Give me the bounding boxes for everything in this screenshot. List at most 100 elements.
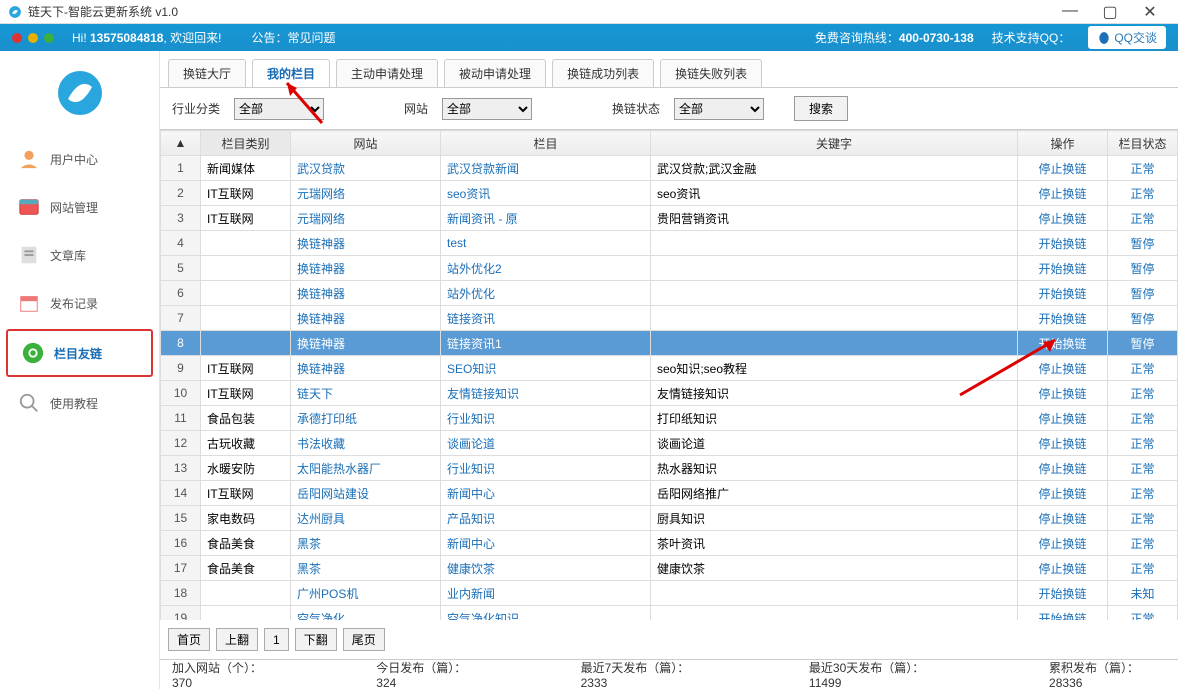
status-select[interactable]: 全部 — [674, 98, 764, 120]
cell-status[interactable]: 未知 — [1108, 581, 1178, 606]
tab-my-columns[interactable]: 我的栏目 — [252, 59, 330, 87]
tab-success-list[interactable]: 换链成功列表 — [552, 59, 654, 87]
cell-column[interactable]: 产品知识 — [441, 506, 651, 531]
cell-site[interactable]: 换链神器 — [291, 231, 441, 256]
notice[interactable]: 公告：常见问题 — [251, 29, 335, 46]
cell-operation[interactable]: 停止换链 — [1018, 181, 1108, 206]
cell-column[interactable]: 谈画论道 — [441, 431, 651, 456]
cell-operation[interactable]: 开始换链 — [1018, 606, 1108, 621]
cell-status[interactable]: 正常 — [1108, 206, 1178, 231]
table-row[interactable]: 9IT互联网换链神器SEO知识seo知识;seo教程停止换链正常 — [161, 356, 1178, 381]
cell-column[interactable]: 新闻中心 — [441, 531, 651, 556]
cell-column[interactable]: 站外优化 — [441, 281, 651, 306]
cell-status[interactable]: 暂停 — [1108, 306, 1178, 331]
cell-site[interactable]: 换链神器 — [291, 256, 441, 281]
cell-operation[interactable]: 停止换链 — [1018, 456, 1108, 481]
cell-site[interactable]: 黑茶 — [291, 531, 441, 556]
th-operation[interactable]: 操作 — [1018, 131, 1108, 156]
table-row[interactable]: 7换链神器链接资讯开始换链暂停 — [161, 306, 1178, 331]
cell-site[interactable]: 元瑞网络 — [291, 181, 441, 206]
cell-status[interactable]: 正常 — [1108, 181, 1178, 206]
cell-status[interactable]: 暂停 — [1108, 281, 1178, 306]
tab-active-apply[interactable]: 主动申请处理 — [336, 59, 438, 87]
cell-operation[interactable]: 停止换链 — [1018, 381, 1108, 406]
th-category[interactable]: 栏目类别 — [201, 131, 291, 156]
table-row[interactable]: 19空气净化空气净化知识开始换链正常 — [161, 606, 1178, 621]
tab-fail-list[interactable]: 换链失败列表 — [660, 59, 762, 87]
cell-column[interactable]: seo资讯 — [441, 181, 651, 206]
cell-status[interactable]: 正常 — [1108, 481, 1178, 506]
search-button[interactable]: 搜索 — [794, 96, 848, 121]
cell-site[interactable]: 空气净化 — [291, 606, 441, 621]
cell-column[interactable]: 友情链接知识 — [441, 381, 651, 406]
cell-column[interactable]: 业内新闻 — [441, 581, 651, 606]
close-button[interactable]: ✕ — [1130, 2, 1170, 22]
pager-last[interactable]: 尾页 — [343, 628, 385, 651]
cell-status[interactable]: 正常 — [1108, 606, 1178, 621]
sidebar-item-tutorial[interactable]: 使用教程 — [0, 379, 159, 427]
cell-operation[interactable]: 停止换链 — [1018, 531, 1108, 556]
table-row[interactable]: 5换链神器站外优化2开始换链暂停 — [161, 256, 1178, 281]
sidebar-item-links[interactable]: 栏目友链 — [6, 329, 153, 377]
cell-operation[interactable]: 开始换链 — [1018, 306, 1108, 331]
cell-operation[interactable]: 停止换链 — [1018, 406, 1108, 431]
cell-status[interactable]: 正常 — [1108, 556, 1178, 581]
qq-chat-button[interactable]: QQ交谈 — [1088, 26, 1166, 49]
cell-column[interactable]: 新闻资讯 - 原 — [441, 206, 651, 231]
cell-site[interactable]: 黑茶 — [291, 556, 441, 581]
table-row[interactable]: 14IT互联网岳阳网站建设新闻中心岳阳网络推广停止换链正常 — [161, 481, 1178, 506]
cell-operation[interactable]: 开始换链 — [1018, 281, 1108, 306]
tab-passive-apply[interactable]: 被动申请处理 — [444, 59, 546, 87]
th-status[interactable]: 栏目状态 — [1108, 131, 1178, 156]
table-row[interactable]: 12古玩收藏书法收藏谈画论道谈画论道停止换链正常 — [161, 431, 1178, 456]
table-row[interactable]: 15家电数码达州厨具产品知识厨具知识停止换链正常 — [161, 506, 1178, 531]
cell-status[interactable]: 暂停 — [1108, 231, 1178, 256]
cell-operation[interactable]: 停止换链 — [1018, 556, 1108, 581]
cell-column[interactable]: SEO知识 — [441, 356, 651, 381]
cell-site[interactable]: 换链神器 — [291, 331, 441, 356]
table-row[interactable]: 16食品美食黑茶新闻中心茶叶资讯停止换链正常 — [161, 531, 1178, 556]
cell-status[interactable]: 正常 — [1108, 156, 1178, 181]
cell-site[interactable]: 换链神器 — [291, 306, 441, 331]
cell-site[interactable]: 换链神器 — [291, 281, 441, 306]
table-row[interactable]: 17食品美食黑茶健康饮茶健康饮茶停止换链正常 — [161, 556, 1178, 581]
table-row[interactable]: 1新闻媒体武汉贷款武汉贷款新闻武汉贷款;武汉金融停止换链正常 — [161, 156, 1178, 181]
cell-site[interactable]: 岳阳网站建设 — [291, 481, 441, 506]
cell-status[interactable]: 正常 — [1108, 431, 1178, 456]
cell-status[interactable]: 正常 — [1108, 506, 1178, 531]
cell-column[interactable]: 空气净化知识 — [441, 606, 651, 621]
minimize-button[interactable]: — — [1050, 2, 1090, 22]
cell-operation[interactable]: 停止换链 — [1018, 156, 1108, 181]
tab-hall[interactable]: 换链大厅 — [168, 59, 246, 87]
table-row[interactable]: 8换链神器链接资讯1开始换链暂停 — [161, 331, 1178, 356]
cell-operation[interactable]: 停止换链 — [1018, 506, 1108, 531]
table-row[interactable]: 2IT互联网元瑞网络seo资讯seo资讯停止换链正常 — [161, 181, 1178, 206]
sidebar-item-articles[interactable]: 文章库 — [0, 231, 159, 279]
th-keywords[interactable]: 关键字 — [651, 131, 1018, 156]
cell-operation[interactable]: 停止换链 — [1018, 481, 1108, 506]
cell-column[interactable]: 链接资讯 — [441, 306, 651, 331]
cell-site[interactable]: 书法收藏 — [291, 431, 441, 456]
pager-next[interactable]: 下翻 — [295, 628, 337, 651]
cell-site[interactable]: 元瑞网络 — [291, 206, 441, 231]
cell-column[interactable]: 健康饮茶 — [441, 556, 651, 581]
cell-column[interactable]: 链接资讯1 — [441, 331, 651, 356]
cell-site[interactable]: 承德打印纸 — [291, 406, 441, 431]
cell-status[interactable]: 正常 — [1108, 381, 1178, 406]
table-row[interactable]: 18广州POS机业内新闻开始换链未知 — [161, 581, 1178, 606]
pager-first[interactable]: 首页 — [168, 628, 210, 651]
cell-site[interactable]: 武汉贷款 — [291, 156, 441, 181]
cell-column[interactable]: 武汉贷款新闻 — [441, 156, 651, 181]
sidebar-item-publish[interactable]: 发布记录 — [0, 279, 159, 327]
cell-site[interactable]: 换链神器 — [291, 356, 441, 381]
cell-site[interactable]: 达州厨具 — [291, 506, 441, 531]
sidebar-item-user-center[interactable]: 用户中心 — [0, 135, 159, 183]
cell-operation[interactable]: 停止换链 — [1018, 431, 1108, 456]
pager-prev[interactable]: 上翻 — [216, 628, 258, 651]
cell-site[interactable]: 广州POS机 — [291, 581, 441, 606]
table-row[interactable]: 11食品包装承德打印纸行业知识打印纸知识停止换链正常 — [161, 406, 1178, 431]
cell-status[interactable]: 正常 — [1108, 456, 1178, 481]
cell-column[interactable]: 行业知识 — [441, 406, 651, 431]
table-row[interactable]: 10IT互联网链天下友情链接知识友情链接知识停止换链正常 — [161, 381, 1178, 406]
th-column[interactable]: 栏目 — [441, 131, 651, 156]
